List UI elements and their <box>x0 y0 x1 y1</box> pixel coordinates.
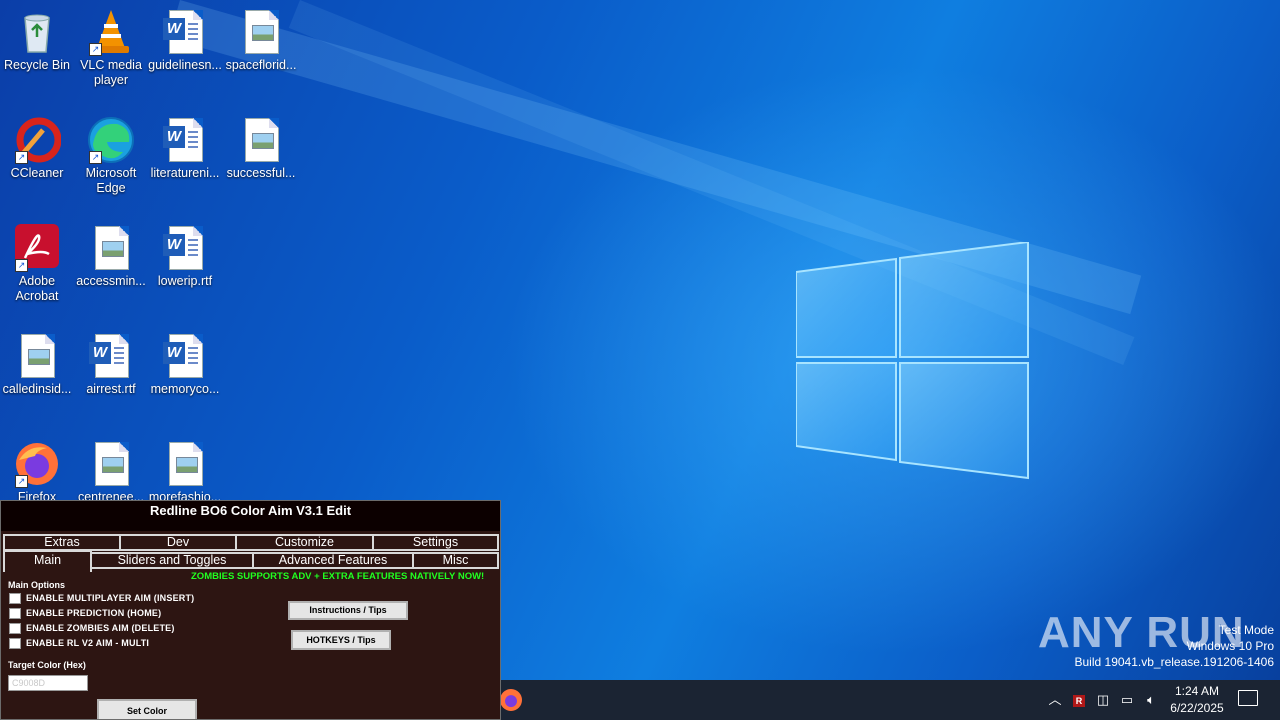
desktop-icon-accessmin[interactable]: accessmin... <box>74 224 148 289</box>
windows-logo <box>796 242 1029 480</box>
desktop-icon-label: airrest.rtf <box>86 382 136 396</box>
desktop-icon-label: CCleaner <box>10 166 64 180</box>
tab-sliders-and-toggles[interactable]: Sliders and Toggles <box>90 552 254 569</box>
acrobat-icon: ↗ <box>13 224 61 272</box>
recycle-bin-icon <box>13 8 61 56</box>
shortcut-arrow-icon: ↗ <box>15 259 28 272</box>
shortcut-arrow-icon: ↗ <box>15 475 28 488</box>
option-multiplayer-aim[interactable]: ENABLE MULTIPLAYER AIM (INSERT) <box>9 593 194 605</box>
tab-misc[interactable]: Misc <box>412 552 499 569</box>
option-rl-v2-aim[interactable]: ENABLE RL V2 AIM - MULTI <box>9 638 149 650</box>
desktop-icon-spaceflorid[interactable]: spaceflorid... <box>224 8 298 73</box>
desktop-icon-morefashio[interactable]: morefashio... <box>148 440 222 505</box>
desktop-icon-label: memoryco... <box>150 382 220 396</box>
option-label: ENABLE ZOMBIES AIM (DELETE) <box>26 623 175 633</box>
image-doc-icon <box>237 116 285 164</box>
redline-tray-icon[interactable]: R <box>1070 680 1088 720</box>
clock-date: 6/22/2025 <box>1170 701 1224 715</box>
desktop-icon-calledinsid[interactable]: calledinsid... <box>0 332 74 397</box>
option-label: ENABLE PREDICTION (HOME) <box>26 608 162 618</box>
shortcut-arrow-icon: ↗ <box>89 43 102 56</box>
ccleaner-icon: ↗ <box>13 116 62 164</box>
desktop-icon-adobe-acrobat[interactable]: ↗ Adobe Acrobat <box>0 224 74 304</box>
desktop-icon-label: spaceflorid... <box>225 58 297 72</box>
image-doc-icon <box>13 332 61 380</box>
firefox-taskbar-icon[interactable] <box>500 689 522 711</box>
desktop-icon-guidelinesn[interactable]: W guidelinesn... <box>148 8 222 73</box>
show-hidden-icons-chevron-icon[interactable]: ︿ <box>1046 680 1064 720</box>
tab-settings[interactable]: Settings <box>372 534 499 551</box>
tab-customize[interactable]: Customize <box>235 534 374 551</box>
hotkeys-button[interactable]: HOTKEYS / Tips <box>291 630 391 650</box>
vlc-icon: ↗ <box>87 8 135 56</box>
clock-time: 1:24 AM <box>1174 684 1220 698</box>
volume-icon[interactable]: 🔈︎ <box>1142 680 1160 720</box>
desktop-icon-label: Adobe Acrobat <box>15 274 59 303</box>
image-doc-icon <box>87 440 135 488</box>
tab-advanced-features[interactable]: Advanced Features <box>252 552 414 569</box>
option-prediction[interactable]: ENABLE PREDICTION (HOME) <box>9 608 161 620</box>
desktop-icon-ccleaner[interactable]: ↗ CCleaner <box>0 116 74 181</box>
word-doc-icon: W <box>161 332 209 380</box>
promo-banner: ZOMBIES SUPPORTS ADV + EXTRA FEATURES NA… <box>191 571 485 582</box>
desktop-icon-label: VLC media player <box>80 58 142 87</box>
desktop-icon-firefox[interactable]: ↗ Firefox <box>0 440 74 505</box>
word-doc-icon: W <box>87 332 135 380</box>
meet-now-icon[interactable]: ◫ <box>1094 680 1112 720</box>
watermark-line: Test Mode <box>1218 623 1274 637</box>
set-color-button[interactable]: Set Color <box>97 699 197 719</box>
desktop-icon-vlc[interactable]: ↗ VLC media player <box>74 8 148 88</box>
desktop-icon-recycle-bin[interactable]: Recycle Bin <box>0 8 74 73</box>
checkbox[interactable] <box>9 638 21 650</box>
desktop-icon-lowerip[interactable]: W lowerip.rtf <box>148 224 222 289</box>
watermark-line: Build 19041.vb_release.191206-1406 <box>1074 655 1275 669</box>
network-icon[interactable]: ▭ <box>1118 680 1136 720</box>
desktop-icon-label: Recycle Bin <box>4 58 70 72</box>
app-window: Redline BO6 Color Aim V3.1 Edit Extras D… <box>0 500 501 720</box>
image-doc-icon <box>237 8 285 56</box>
checkbox[interactable] <box>9 608 21 620</box>
main-options-label: Main Options <box>8 580 65 590</box>
desktop-icon-airrest[interactable]: W airrest.rtf <box>74 332 148 397</box>
word-doc-icon: W <box>161 116 209 164</box>
image-doc-icon <box>87 224 135 272</box>
checkbox[interactable] <box>9 623 21 635</box>
tab-dev[interactable]: Dev <box>119 534 237 551</box>
desktop-icon-centrenee[interactable]: centrenee... <box>74 440 148 505</box>
desktop-icon-label: successful... <box>226 166 296 180</box>
desktop-icon-edge[interactable]: ↗ Microsoft Edge <box>74 116 148 196</box>
desktop-icon-label: literatureni... <box>150 166 220 180</box>
action-center-icon[interactable] <box>1238 690 1258 706</box>
desktop-icon-memoryco[interactable]: W memoryco... <box>148 332 222 397</box>
target-color-input[interactable]: C9008D <box>8 675 88 691</box>
desktop-icon-label: accessmin... <box>76 274 146 288</box>
option-label: ENABLE RL V2 AIM - MULTI <box>26 638 150 648</box>
checkbox[interactable] <box>9 593 21 605</box>
instructions-button[interactable]: Instructions / Tips <box>288 601 408 620</box>
shortcut-arrow-icon: ↗ <box>15 151 28 164</box>
shortcut-arrow-icon: ↗ <box>89 151 102 164</box>
target-color-label: Target Color (Hex) <box>8 660 86 670</box>
tab-main[interactable]: Main <box>3 550 92 572</box>
firefox-icon: ↗ <box>13 440 61 488</box>
option-zombies-aim[interactable]: ENABLE ZOMBIES AIM (DELETE) <box>9 623 175 635</box>
desktop-icon-literatureni[interactable]: W literatureni... <box>148 116 222 181</box>
word-doc-icon: W <box>161 224 209 272</box>
word-doc-icon: W <box>161 8 209 56</box>
desktop-icon-label: lowerip.rtf <box>157 274 213 288</box>
desktop-icon-label: guidelinesn... <box>148 58 222 72</box>
desktop-icon-label: Microsoft Edge <box>85 166 137 195</box>
taskbar-clock[interactable]: 1:24 AM 6/22/2025 <box>1162 683 1232 717</box>
desktop-icon-label: calledinsid... <box>2 382 72 396</box>
test-mode-watermark: Test Mode Windows 10 Pro Build 19041.vb_… <box>1075 622 1275 670</box>
tab-extras[interactable]: Extras <box>3 534 121 551</box>
app-title: Redline BO6 Color Aim V3.1 Edit <box>1 501 500 531</box>
edge-icon: ↗ <box>87 116 135 164</box>
desktop-icon-successful[interactable]: successful... <box>224 116 298 181</box>
watermark-line: Windows 10 Pro <box>1186 639 1274 653</box>
option-label: ENABLE MULTIPLAYER AIM (INSERT) <box>26 593 195 603</box>
image-doc-icon <box>161 440 209 488</box>
